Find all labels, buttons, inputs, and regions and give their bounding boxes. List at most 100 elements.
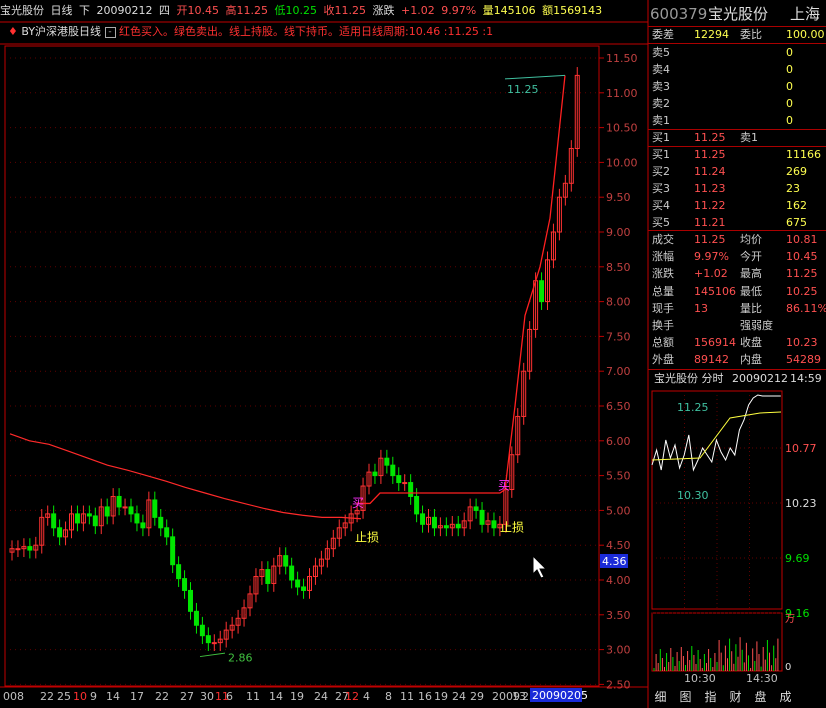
candle-body (170, 536, 176, 566)
tab-book[interactable]: 盘 (748, 686, 773, 708)
candle-body (140, 522, 146, 529)
price-tick-label: 3.00 (606, 644, 631, 657)
date-tick-label: 27 (180, 690, 194, 703)
date-tick-label: 24 (314, 690, 328, 703)
date-tick-label: 29 (470, 690, 484, 703)
price-tick-label: 6.00 (606, 435, 631, 448)
stat-row: 现手 13 量比 86.11% (652, 301, 826, 315)
tab-detail[interactable]: 细 (648, 686, 673, 708)
candle-body (104, 506, 110, 517)
sell-row: 卖2 0 (652, 97, 793, 110)
date-tick-label: 14 (269, 690, 283, 703)
weekday: 四 (159, 4, 170, 17)
high-marker-label: 11.25 (507, 83, 539, 96)
period[interactable]: 日线 (51, 4, 73, 17)
stop-loss-2: 止损 (500, 520, 524, 534)
candle-body (86, 513, 92, 517)
date-tick-label: 19 (290, 690, 304, 703)
indicator-name[interactable]: BY沪深港股日线 (21, 25, 101, 38)
candle-body (473, 506, 479, 511)
adjust-mode[interactable]: 下 (79, 4, 90, 17)
candle-body (152, 499, 158, 518)
candle-body (289, 565, 295, 581)
candle-body (396, 475, 402, 484)
indicator-marker-icon: ♦ (8, 25, 18, 38)
candle-body (390, 464, 396, 477)
date-tick-label: 11 (400, 690, 414, 703)
stat-row: 总额 156914 收盘 10.23 (652, 336, 818, 350)
candle-body (431, 516, 437, 529)
indicator-line: ♦ BY沪深港股日线 - 红色买入。绿色卖出。线上持股。线下持币。适用日线周期:… (0, 22, 648, 42)
candle-body (301, 586, 307, 591)
candle-body (283, 555, 289, 567)
date-tick-label: 12 (345, 690, 359, 703)
candle-body (193, 610, 199, 626)
price-tick-label: 8.50 (606, 261, 631, 274)
open-value: 开10.45 (176, 4, 220, 17)
date-tick-label: 008 (3, 690, 24, 703)
candle-body (211, 642, 217, 645)
bar-date: 20090212 (96, 4, 153, 17)
quote-title: 600379 宝光股份 上海 (648, 4, 826, 24)
stock-name: 宝光股份 (0, 4, 44, 17)
candle-body (539, 280, 545, 303)
stat-row: 涨跌 +1.02 最高 11.25 (652, 267, 818, 281)
date-tick-label: 30 (200, 690, 214, 703)
price-tick-label: 4.50 (606, 539, 631, 552)
candle-body (182, 578, 188, 591)
sell-row: 卖5 0 (652, 46, 793, 59)
price-tick-label: 5.00 (606, 504, 631, 517)
sell-row: 卖4 0 (652, 63, 793, 76)
candle-body (164, 527, 170, 538)
candle-body (199, 624, 205, 637)
candle-body (372, 471, 378, 477)
candle-body (408, 482, 414, 497)
price-tick-label: 7.00 (606, 365, 631, 378)
bottom-tabs: 细图指财盘成 (648, 686, 826, 708)
volume-value: 量145106 (482, 4, 536, 17)
tab-finance[interactable]: 财 (723, 686, 748, 708)
weicha-row: 委差 12294 委比 100.00 (652, 28, 825, 41)
candle-body (122, 506, 128, 509)
quote-panel: 600379 宝光股份 上海 委差 12294 委比 100.00 卖5 0 卖4 0… (648, 0, 826, 708)
price-tick-label: 9.50 (606, 191, 631, 204)
candle-body (443, 525, 449, 529)
buy-row: 买2 11.24 269 (652, 165, 807, 178)
candle-body (27, 546, 33, 551)
buy-row: 买5 11.21 675 (652, 216, 807, 229)
stat-row: 成交 11.25 均价 10.81 (652, 233, 818, 246)
candle-body (176, 564, 182, 580)
change-label: 涨跌 (372, 4, 395, 17)
stat-row: 换手 强弱度 (652, 319, 773, 332)
date-tick-label: 25 (57, 690, 71, 703)
date-tick-label: 16 (418, 690, 432, 703)
candle-body (57, 527, 63, 538)
candle-body (134, 513, 140, 524)
mini-title: 宝光股份 分时 20090212 14:59 (654, 372, 822, 385)
close-value: 收11.25 (323, 4, 367, 17)
market-label: 上海 (790, 5, 821, 23)
collapse-icon[interactable]: - (104, 26, 116, 38)
date-tick-label: 6 (226, 690, 233, 703)
current-price-label: 4.36 (602, 555, 627, 568)
price-tick-label: 5.50 (606, 470, 631, 483)
candle-body (158, 516, 164, 529)
date-highlight: 20090205 (532, 689, 588, 702)
date-tick-label: 17 (130, 690, 144, 703)
candle-body (92, 515, 98, 527)
stock-code: 600379 (650, 5, 708, 23)
tab-indicator[interactable]: 指 (698, 686, 723, 708)
stock-title: 宝光股份 (708, 5, 769, 23)
candle-body (402, 482, 408, 485)
tab-trades[interactable]: 成 (773, 686, 798, 708)
candle-body (128, 506, 134, 515)
date-tick-label: 8 (385, 690, 392, 703)
price-tick-label: 11.00 (606, 87, 638, 100)
high-marker-line (504, 74, 566, 80)
candle-body (265, 569, 271, 584)
price-tick-label: 6.50 (606, 400, 631, 413)
price-tick-label: 8.00 (606, 296, 631, 309)
candle-body (15, 548, 21, 551)
tab-chart[interactable]: 图 (673, 686, 698, 708)
stop-loss-1: 止损 (355, 531, 379, 545)
